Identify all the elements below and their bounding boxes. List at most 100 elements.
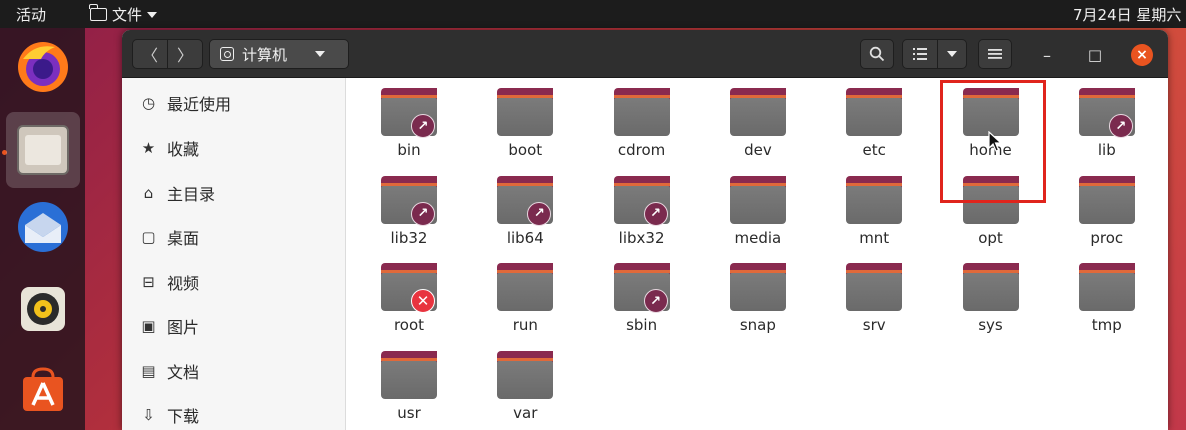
folder-item[interactable]: proc: [1057, 174, 1157, 258]
app-menu[interactable]: 文件: [89, 4, 158, 25]
hamburger-menu-icon: [988, 49, 1002, 59]
activities-button[interactable]: 活动: [16, 4, 46, 25]
symlink-emblem-icon: ↗: [527, 201, 552, 226]
sidebar-item-downloads[interactable]: ⇩ 下载: [140, 403, 199, 427]
location-button[interactable]: 计算机: [209, 39, 349, 69]
sidebar-item-starred[interactable]: ★ 收藏: [140, 136, 199, 160]
folder-item[interactable]: ↗ libx32: [592, 174, 692, 258]
drive-icon: [220, 47, 234, 61]
folder-icon: [846, 88, 903, 136]
sidebar-item-videos[interactable]: ⊟ 视频: [140, 270, 199, 294]
symlink-emblem-icon: ↗: [411, 201, 435, 226]
folder-name: dev: [744, 141, 772, 159]
folder-item[interactable]: dev: [708, 86, 808, 170]
folder-icon: [962, 88, 1019, 136]
sidebar-item-label: 下载: [167, 407, 200, 426]
sidebar-item-label: 最近使用: [167, 95, 232, 114]
chevron-down-icon: [947, 51, 957, 57]
folder-item[interactable]: tmp: [1057, 261, 1157, 345]
list-view-icon: [913, 48, 927, 60]
header-bar: 〈 〉 计算机 – □ ×: [122, 30, 1168, 78]
document-icon: ▤: [141, 362, 156, 380]
folder-item[interactable]: usr: [359, 349, 459, 430]
folder-name: proc: [1090, 228, 1124, 247]
folder-icon: [846, 263, 903, 311]
thunderbird-icon: [18, 202, 68, 252]
sidebar-item-label: 桌面: [167, 229, 200, 248]
folder-icon: [1078, 263, 1135, 311]
maximize-button[interactable]: □: [1084, 44, 1106, 66]
folder-item[interactable]: ↗ lib: [1057, 86, 1157, 170]
folder-icon: [381, 350, 437, 399]
folder-name: root: [393, 316, 425, 334]
location-label: 计算机: [242, 45, 288, 64]
folder-name: snap: [739, 316, 776, 334]
sidebar-item-pictures[interactable]: ▣ 图片: [140, 314, 199, 338]
folder-name: etc: [862, 141, 886, 159]
folder-item[interactable]: cdrom: [592, 86, 692, 170]
view-options-button[interactable]: [937, 39, 967, 69]
folder-icon: [729, 175, 786, 224]
back-button[interactable]: 〈: [132, 39, 168, 69]
folder-name: sbin: [626, 316, 658, 334]
folder-name: lib32: [390, 228, 428, 247]
folder-item[interactable]: sys: [941, 261, 1041, 345]
sidebar-item-label: 主目录: [167, 185, 216, 204]
forward-button[interactable]: 〉: [167, 39, 203, 69]
folder-icon: [846, 175, 903, 224]
folder-item[interactable]: ↗ bin: [359, 86, 459, 170]
folder-item[interactable]: media: [708, 174, 808, 258]
top-bar: 活动 文件 7月24日 星期六: [0, 0, 1186, 28]
minimize-button[interactable]: –: [1036, 44, 1058, 66]
search-button[interactable]: [860, 39, 894, 69]
sidebar: ◷ 最近使用 ★ 收藏 ⌂ 主目录 ▢ 桌面 ⊟ 视频 ▣ 图片 ▤ 文档 ⇩: [122, 78, 346, 430]
view-toggle-button[interactable]: [902, 39, 938, 69]
video-icon: ⊟: [142, 273, 155, 291]
app-menu-label: 文件: [112, 6, 143, 24]
folder-item[interactable]: mnt: [824, 174, 924, 258]
main-menu-button[interactable]: [978, 39, 1012, 69]
files-window: 〈 〉 计算机 – □ × ◷ 最近使用 ★ 收藏 ⌂ 主目录 ▢ 桌面 ⊟ 视…: [122, 30, 1168, 430]
dock-rhythmbox[interactable]: [12, 278, 74, 340]
dock-files[interactable]: [6, 112, 80, 188]
folder-icon: [962, 263, 1019, 311]
folder-item[interactable]: srv: [824, 261, 924, 345]
folder-item[interactable]: etc: [824, 86, 924, 170]
folder-item[interactable]: boot: [475, 86, 575, 170]
folder-item[interactable]: opt: [941, 174, 1041, 258]
folder-icon: ✕: [381, 263, 437, 313]
folder-item[interactable]: ↗ sbin: [592, 261, 692, 345]
close-button[interactable]: ×: [1131, 44, 1153, 66]
folder-name: var: [513, 403, 538, 422]
folder-item[interactable]: ↗ lib32: [359, 174, 459, 258]
symlink-emblem-icon: ↗: [411, 114, 435, 138]
dock-software[interactable]: [12, 358, 74, 420]
folder-item[interactable]: home: [941, 86, 1041, 170]
dock-firefox[interactable]: [12, 36, 74, 98]
folder-item[interactable]: run: [475, 261, 575, 345]
sidebar-item-label: 文档: [167, 363, 200, 382]
folder-name: boot: [508, 141, 543, 159]
sidebar-item-desktop[interactable]: ▢ 桌面: [140, 225, 199, 249]
clock[interactable]: 7月24日 星期六: [1073, 4, 1181, 25]
folder-item[interactable]: var: [475, 349, 575, 430]
files-icon: [17, 125, 69, 175]
sidebar-item-home[interactable]: ⌂ 主目录: [140, 181, 215, 205]
folder-icon: [613, 88, 670, 136]
folder-item[interactable]: ✕ root: [359, 261, 459, 345]
folder-item[interactable]: snap: [708, 261, 808, 345]
folder-icon: [497, 88, 554, 136]
folder-icon: [729, 88, 786, 136]
folder-icon: [1078, 175, 1135, 224]
sidebar-item-documents[interactable]: ▤ 文档: [140, 359, 199, 383]
folder-name: sys: [978, 316, 1003, 334]
dock-thunderbird[interactable]: [12, 196, 74, 258]
file-grid: ↗ bin boot cdrom dev etc home ↗ lib ↗ lib32 ↗ lib64 ↗…: [347, 78, 1168, 430]
folder-name: usr: [397, 403, 421, 422]
folder-item[interactable]: ↗ lib64: [475, 174, 575, 258]
sidebar-item-recent[interactable]: ◷ 最近使用: [140, 91, 231, 115]
folder-icon: [497, 263, 554, 311]
sidebar-item-label: 视频: [167, 274, 200, 293]
chevron-down-icon: [147, 11, 158, 18]
symlink-emblem-icon: ↗: [643, 289, 668, 313]
